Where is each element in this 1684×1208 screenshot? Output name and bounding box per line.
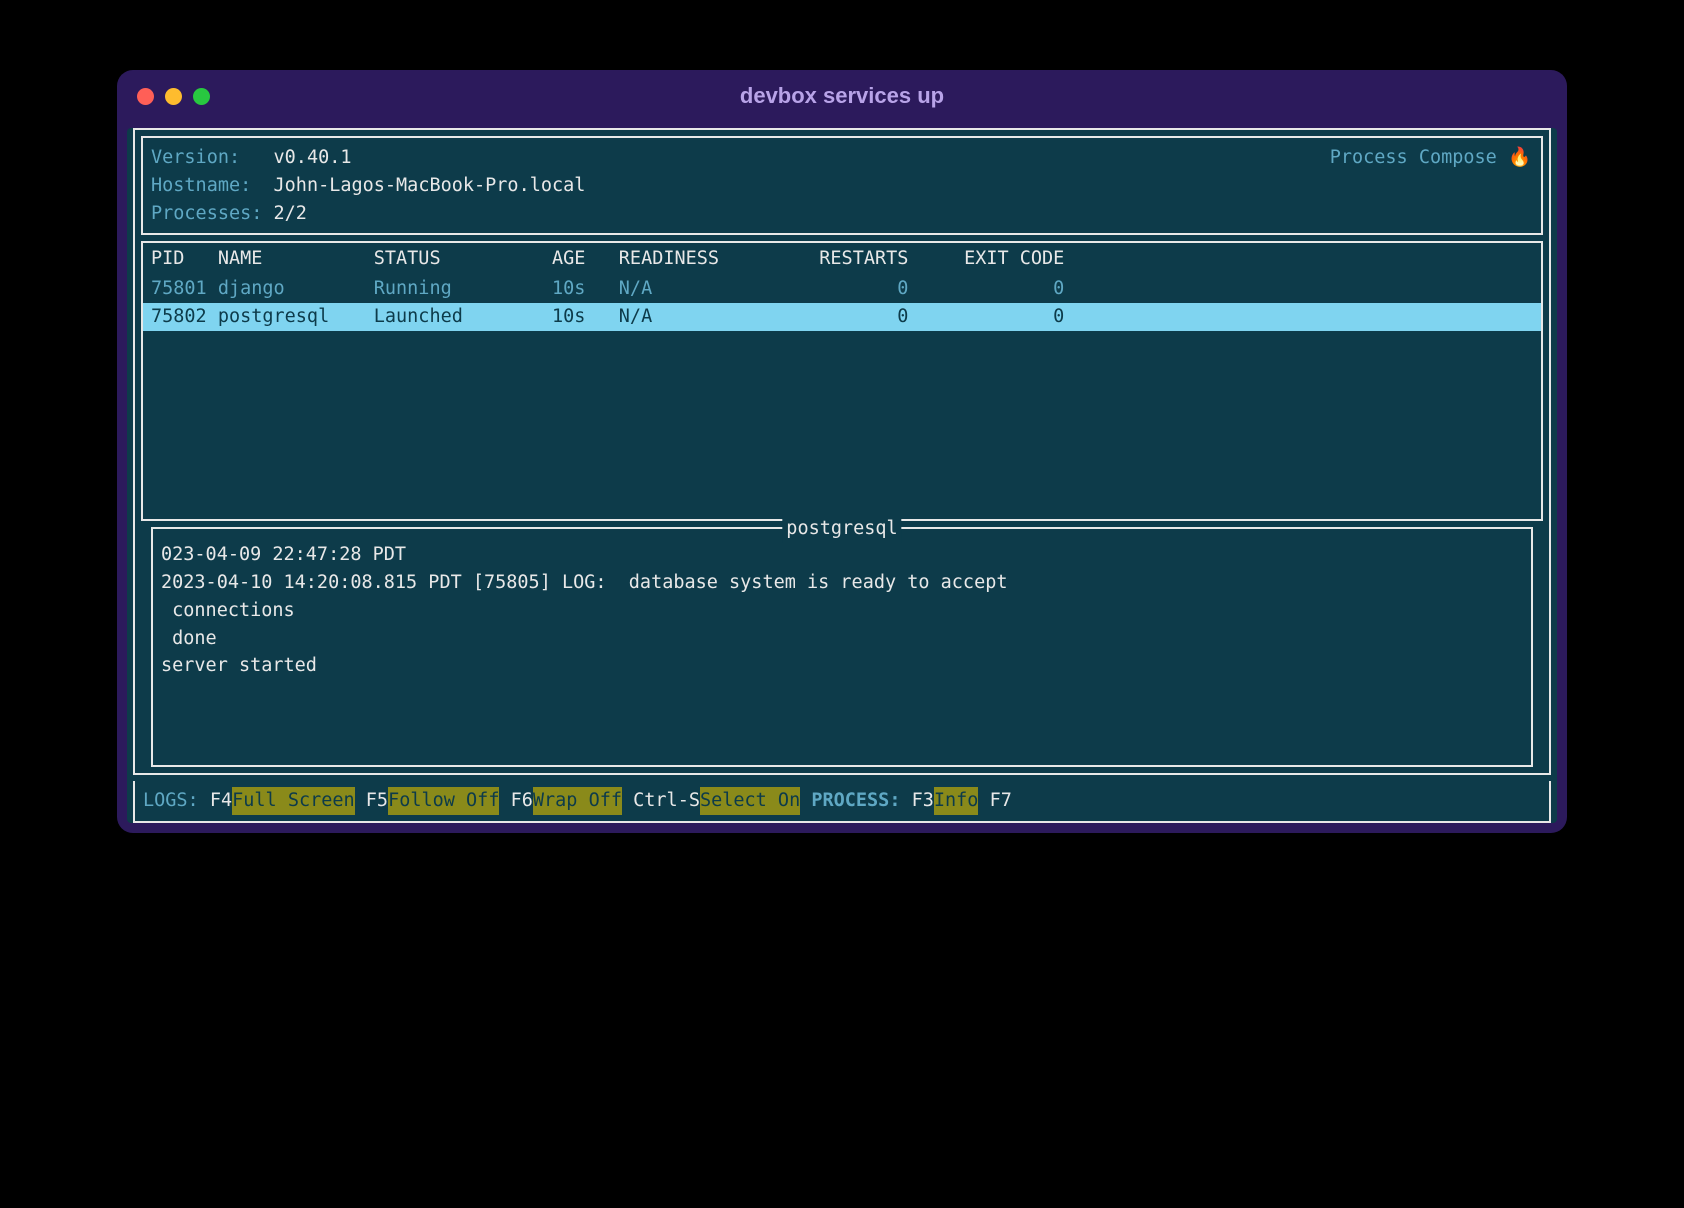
log-panel: postgresql 023-04-09 22:47:28 PDT2023-04…: [151, 527, 1533, 767]
log-line: connections: [161, 597, 1523, 625]
process-table: PID NAME STATUS AGE READINESS RESTARTS E…: [141, 241, 1543, 521]
log-panel-title: postgresql: [782, 515, 901, 543]
terminal-window: devbox services up Version: v0.40.1 Host…: [117, 70, 1567, 833]
f6-action[interactable]: Wrap Off: [533, 787, 622, 815]
process-section-label: PROCESS:: [811, 787, 900, 815]
f7-key[interactable]: F7: [990, 787, 1012, 815]
terminal-body: Version: v0.40.1 Hostname: John-Lagos-Ma…: [127, 128, 1557, 823]
fire-icon: 🔥: [1508, 144, 1531, 172]
header-section: Version: v0.40.1 Hostname: John-Lagos-Ma…: [141, 136, 1543, 235]
table-header-row: PID NAME STATUS AGE READINESS RESTARTS E…: [143, 243, 1541, 275]
processes-value: 2/2: [274, 203, 307, 224]
f4-key[interactable]: F4: [210, 787, 232, 815]
close-button[interactable]: [137, 88, 154, 105]
log-line: 2023-04-10 14:20:08.815 PDT [75805] LOG:…: [161, 569, 1523, 597]
footer-bar: LOGS: F4Full Screen F5Follow Off F6Wrap …: [133, 781, 1551, 823]
ctrls-key[interactable]: Ctrl-S: [633, 787, 700, 815]
f4-action[interactable]: Full Screen: [232, 787, 355, 815]
log-line: done: [161, 625, 1523, 653]
version-row: Version: v0.40.1: [151, 144, 1533, 172]
processes-row: Processes: 2/2: [151, 200, 1533, 228]
outer-frame: Version: v0.40.1 Hostname: John-Lagos-Ma…: [133, 128, 1551, 775]
hostname-value: John-Lagos-MacBook-Pro.local: [274, 175, 586, 196]
log-line: 023-04-09 22:47:28 PDT: [161, 541, 1523, 569]
processes-label: Processes:: [151, 203, 262, 224]
version-label: Version:: [151, 147, 262, 168]
traffic-lights: [137, 88, 210, 105]
window-title: devbox services up: [740, 83, 944, 109]
f5-key[interactable]: F5: [366, 787, 388, 815]
logs-section-label: LOGS:: [143, 787, 199, 815]
table-row[interactable]: 75802 postgresql Launched 10s N/A 0 0: [143, 303, 1541, 331]
maximize-button[interactable]: [193, 88, 210, 105]
version-value: v0.40.1: [274, 147, 352, 168]
log-line: server started: [161, 652, 1523, 680]
ctrls-action[interactable]: Select On: [700, 787, 800, 815]
table-row[interactable]: 75801 django Running 10s N/A 0 0: [143, 275, 1541, 303]
minimize-button[interactable]: [165, 88, 182, 105]
titlebar: devbox services up: [117, 70, 1567, 122]
hostname-label: Hostname:: [151, 175, 262, 196]
f6-key[interactable]: F6: [511, 787, 533, 815]
log-content[interactable]: 023-04-09 22:47:28 PDT2023-04-10 14:20:0…: [161, 541, 1523, 680]
f5-action[interactable]: Follow Off: [388, 787, 499, 815]
f3-action[interactable]: Info: [934, 787, 979, 815]
f3-key[interactable]: F3: [912, 787, 934, 815]
app-name-label: Process Compose 🔥: [1330, 144, 1531, 172]
hostname-row: Hostname: John-Lagos-MacBook-Pro.local: [151, 172, 1533, 200]
